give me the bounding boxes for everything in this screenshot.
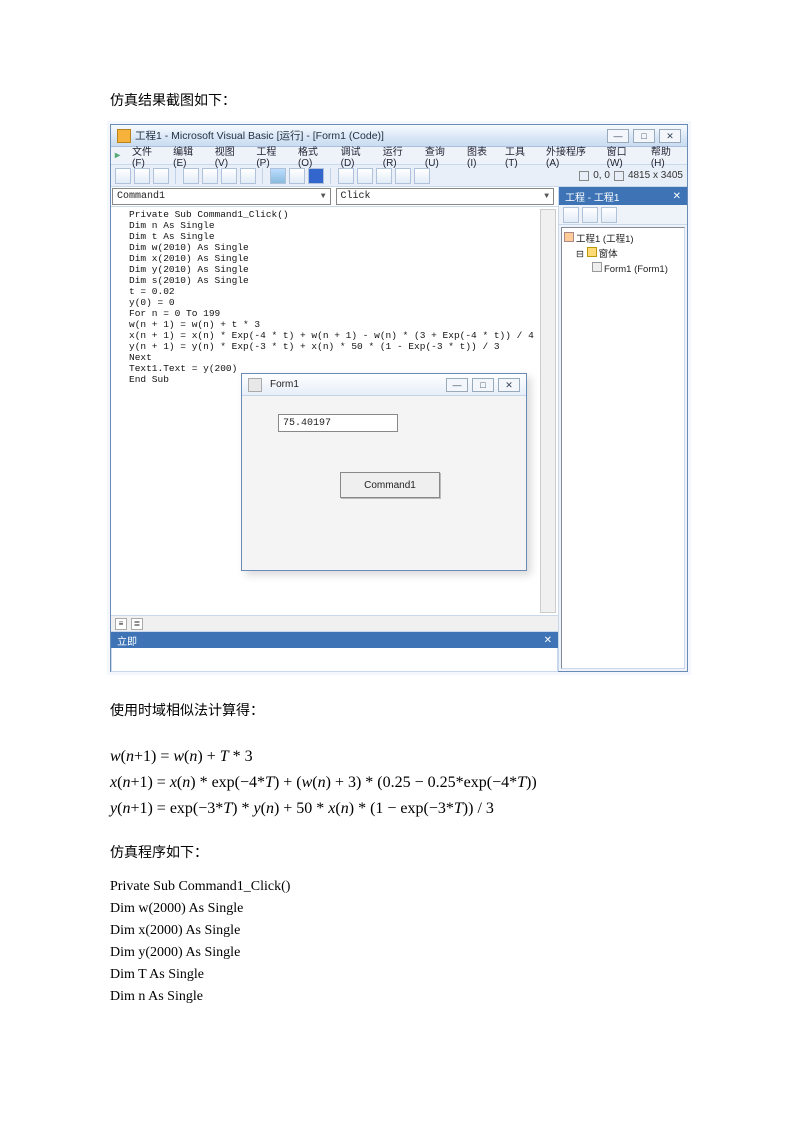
toolbar-icon[interactable]: [338, 168, 354, 184]
menu-tools[interactable]: 工具(T): [505, 143, 536, 169]
menu-help[interactable]: 帮助(H): [651, 143, 683, 169]
toolbar-icon[interactable]: [115, 168, 131, 184]
project-pane-title: 工程 - 工程1: [565, 189, 619, 204]
menu-file[interactable]: 文件(F): [132, 143, 163, 169]
caption-mid: 使用时域相似法计算得：: [110, 700, 683, 720]
equations-block: w(n+1) = w(n) + T * 3 x(n+1) = x(n) * ex…: [110, 744, 683, 822]
code-editor[interactable]: Private Sub Command1_Click() Dim n As Si…: [111, 207, 558, 615]
toolbar-icon[interactable]: [221, 168, 237, 184]
menu-query[interactable]: 查询(U): [425, 143, 457, 169]
caption-code: 仿真程序如下：: [110, 842, 683, 862]
form-file-icon: [592, 262, 602, 272]
form-maximize-button[interactable]: □: [472, 378, 494, 392]
toolbar-icon[interactable]: [395, 168, 411, 184]
view-mode-proc-icon[interactable]: ≣: [131, 618, 143, 630]
view-mode-full-icon[interactable]: ≡: [115, 618, 127, 630]
toolbar-icon[interactable]: [153, 168, 169, 184]
tree-item-label: Form1 (Form1): [604, 264, 668, 275]
text1-value: 75.40197: [283, 418, 331, 429]
caption-top: 仿真结果截图如下：: [110, 90, 683, 110]
project-pane-close-icon[interactable]: ✕: [673, 191, 681, 202]
stop-icon[interactable]: [308, 168, 324, 184]
procedure-combo[interactable]: Click ▼: [336, 188, 555, 205]
form-close-button[interactable]: ✕: [498, 378, 520, 392]
toggle-folders-icon[interactable]: [601, 207, 617, 223]
object-combo-value: Command1: [117, 191, 165, 202]
toolbar-separator: [262, 168, 264, 184]
menu-debug[interactable]: 调试(D): [341, 143, 373, 169]
tree-item-form1[interactable]: Form1 (Form1): [564, 262, 682, 277]
ide-menubar: ▸ 文件(F) 编辑(E) 视图(V) 工程(P) 格式(O) 调试(D) 运行…: [111, 147, 687, 165]
form-minimize-button[interactable]: —: [446, 378, 468, 392]
menu-diagram[interactable]: 图表(I): [467, 143, 495, 169]
immediate-window: 立即 ✕: [111, 631, 558, 671]
object-combo[interactable]: Command1 ▼: [112, 188, 331, 205]
menu-format[interactable]: 格式(O): [298, 143, 331, 169]
code-pane: Command1 ▼ Click ▼ Private Sub Command1_…: [111, 187, 559, 671]
toolbar-separator: [175, 168, 177, 184]
pos-icon: [579, 171, 589, 181]
toolbar-icon[interactable]: [134, 168, 150, 184]
chevron-down-icon: ▼: [544, 192, 549, 201]
code-listing: Private Sub Command1_Click() Dim w(2000)…: [110, 876, 683, 1008]
toolbar-icon[interactable]: [357, 168, 373, 184]
menu-addins[interactable]: 外接程序(A): [546, 143, 597, 169]
close-button[interactable]: ✕: [659, 129, 681, 143]
tree-root-label: 工程1 (工程1): [576, 234, 634, 245]
toolbar-icon[interactable]: [202, 168, 218, 184]
equation-2: x(n+1) = x(n) * exp(−4*T) + (w(n) + 3) *…: [110, 770, 683, 796]
vertical-scrollbar[interactable]: [540, 209, 556, 613]
immediate-close-icon[interactable]: ✕: [544, 635, 552, 646]
ide-toolbar: 0, 0 4815 x 3405: [111, 165, 687, 187]
maximize-button[interactable]: □: [633, 129, 655, 143]
code-hscroll[interactable]: ≡ ≣: [111, 615, 558, 631]
tree-folder-label: 窗体: [599, 249, 618, 260]
tree-folder[interactable]: ⊟ 窗体: [564, 247, 682, 262]
toolbar-icon[interactable]: [183, 168, 199, 184]
toolbar-icon[interactable]: [240, 168, 256, 184]
pause-icon[interactable]: [289, 168, 305, 184]
menubar-lead-icon: ▸: [115, 150, 120, 161]
toolbar-icon[interactable]: [414, 168, 430, 184]
menu-project[interactable]: 工程(P): [256, 143, 288, 169]
vb-ide-window: 工程1 - Microsoft Visual Basic [运行] - [For…: [110, 124, 688, 672]
form1-title-text: Form1: [270, 379, 446, 390]
folder-icon: [587, 247, 597, 257]
menu-window[interactable]: 窗口(W): [607, 143, 641, 169]
equation-3: y(n+1) = exp(−3*T) * y(n) + 50 * x(n) * …: [110, 796, 683, 822]
procedure-combo-value: Click: [341, 191, 371, 202]
run-icon[interactable]: [270, 168, 286, 184]
menu-run[interactable]: 运行(R): [383, 143, 415, 169]
chevron-down-icon: ▼: [321, 192, 326, 201]
form-icon: [248, 378, 262, 392]
project-tree[interactable]: 工程1 (工程1) ⊟ 窗体 Form1 (Form1): [561, 227, 685, 669]
tree-root[interactable]: 工程1 (工程1): [564, 232, 682, 247]
equation-1: w(n+1) = w(n) + T * 3: [110, 744, 683, 770]
text1-field[interactable]: 75.40197: [278, 414, 398, 432]
view-object-icon[interactable]: [582, 207, 598, 223]
project-icon: [564, 232, 574, 242]
command1-label: Command1: [364, 480, 416, 491]
project-explorer: 工程 - 工程1 ✕ 工程1 (工程1) ⊟ 窗体 Form: [559, 187, 687, 671]
vb-app-icon: [117, 129, 131, 143]
code-text: Private Sub Command1_Click() Dim n As Si…: [129, 209, 540, 385]
minimize-button[interactable]: —: [607, 129, 629, 143]
toolbar-separator: [330, 168, 332, 184]
form1-window: Form1 — □ ✕ 75.40197: [241, 373, 527, 571]
menu-view[interactable]: 视图(V): [215, 143, 247, 169]
view-code-icon[interactable]: [563, 207, 579, 223]
menu-edit[interactable]: 编辑(E): [173, 143, 205, 169]
coord-pos: 0, 0: [593, 170, 610, 181]
size-icon: [614, 171, 624, 181]
window-controls: — □ ✕: [607, 129, 681, 143]
coord-size: 4815 x 3405: [628, 170, 683, 181]
ide-title-text: 工程1 - Microsoft Visual Basic [运行] - [For…: [135, 128, 607, 143]
command1-button[interactable]: Command1: [340, 472, 440, 498]
immediate-title: 立即: [117, 633, 137, 648]
toolbar-icon[interactable]: [376, 168, 392, 184]
immediate-body[interactable]: [111, 648, 558, 672]
